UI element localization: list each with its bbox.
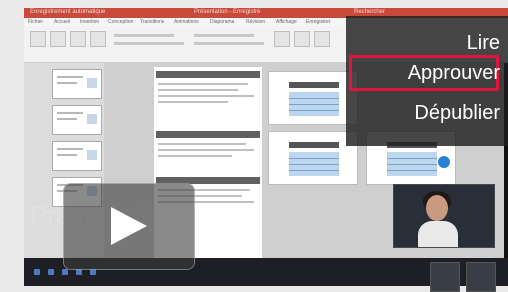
reuse-slide-button[interactable] [70,31,86,47]
taskbar-app-icon[interactable] [62,269,68,275]
action-menu: Lire Approuver Dépublier [346,16,508,146]
new-slide-button[interactable] [50,31,66,47]
slide-thumbnail[interactable] [52,69,102,99]
tab-slideshow[interactable]: Diaporama [210,19,234,25]
menu-item-unpublish[interactable]: Dépublier [414,102,500,125]
tab-file[interactable]: Fichier [28,19,43,25]
slide-thumbnail[interactable] [52,141,102,171]
gear-icon[interactable] [437,155,451,169]
taskbar-app-icon[interactable] [48,269,54,275]
paragraph-group[interactable] [194,34,254,37]
arrange-button[interactable] [294,31,310,47]
shapes-button[interactable] [274,31,290,47]
slide-card[interactable] [268,71,358,125]
slide-thumbnail[interactable] [52,105,102,135]
menu-item-approve[interactable]: Approuver [408,62,500,85]
tab-view[interactable]: Affichage [276,19,297,25]
participant-thumbnail[interactable] [466,262,496,292]
search-box[interactable]: Rechercher [354,9,385,15]
align-group[interactable] [194,42,264,45]
participant-thumbnail[interactable] [430,262,460,292]
slide-card[interactable] [268,131,358,185]
layout-button[interactable] [90,31,106,47]
webcam-view [393,184,495,248]
paste-button[interactable] [30,31,46,47]
play-button[interactable] [63,183,195,270]
start-icon[interactable] [34,269,40,275]
tab-record[interactable]: Enregistrer [306,19,330,25]
tab-insert[interactable]: Insertion [80,19,99,25]
window-title: Présentation - Enregistré [194,9,261,15]
format-group[interactable] [114,42,184,45]
quick-styles-button[interactable] [314,31,330,47]
tab-animations[interactable]: Animations [174,19,199,25]
tab-transitions[interactable]: Transitions [140,19,164,25]
font-group[interactable] [114,34,174,37]
tab-design[interactable]: Conception [108,19,133,25]
autosave-label: Enregistrement automatique [30,9,106,15]
tab-review[interactable]: Révision [246,19,265,25]
menu-item-read[interactable]: Lire [467,32,500,55]
tab-home[interactable]: Accueil [54,19,70,25]
play-icon [111,207,147,245]
